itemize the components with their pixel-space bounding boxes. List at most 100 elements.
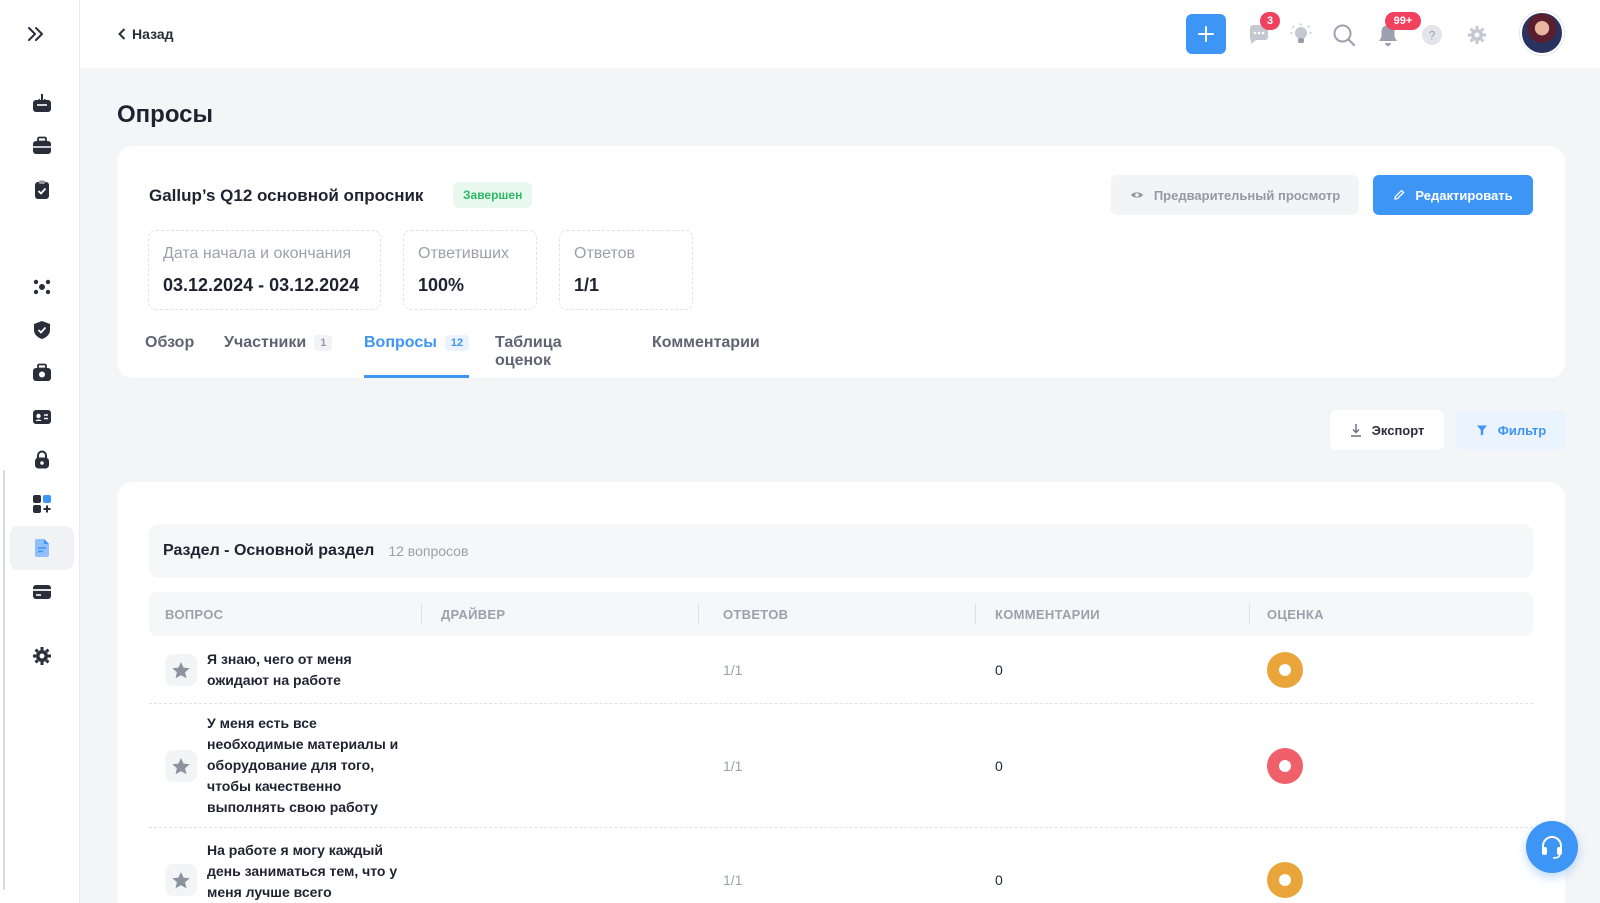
sidebar-scrollbar[interactable]: [3, 470, 5, 890]
sidebar-item-projects[interactable]: [10, 124, 74, 168]
column-divider: [698, 604, 699, 624]
survey-card: Gallup’s Q12 основной опросник Завершен …: [117, 146, 1565, 378]
sidebar-item-inbox[interactable]: [10, 81, 74, 125]
stat-label: Ответивших: [418, 245, 509, 262]
answers-cell: 1/1: [723, 872, 743, 888]
edit-button[interactable]: Редактировать: [1373, 175, 1533, 215]
lock-icon: [35, 450, 49, 469]
help-button[interactable]: ?: [1419, 22, 1445, 48]
filter-icon: [1476, 425, 1487, 436]
team-icon: [33, 279, 51, 295]
topbar: Назад 3 99+ ?: [80, 0, 1600, 68]
star-button[interactable]: [165, 654, 197, 686]
stat-value: 100%: [418, 275, 465, 295]
ideas-button[interactable]: [1288, 22, 1314, 48]
tab-label: Участники: [224, 334, 307, 351]
help-icon: ?: [1422, 25, 1442, 45]
stat-answers: Ответов 1/1: [559, 230, 693, 310]
stat-respondents: Ответивших 100%: [403, 230, 537, 310]
sidebar-item-tasks[interactable]: [10, 168, 74, 212]
sidebar-item-security[interactable]: [10, 308, 74, 352]
headset-icon: [1542, 836, 1562, 859]
column-header-driver[interactable]: ДРАЙВЕР: [441, 592, 505, 636]
tab-label: Вопросы: [364, 334, 437, 351]
column-divider: [975, 604, 976, 624]
table-row[interactable]: Я знаю, чего от меня ожидают на работе 1…: [149, 636, 1533, 704]
star-icon: [172, 871, 190, 888]
score-indicator: [1267, 862, 1303, 898]
questions-card: Раздел - Основной раздел 12 вопросов ВОП…: [117, 482, 1565, 903]
support-button[interactable]: [1526, 821, 1578, 873]
avatar[interactable]: [1520, 11, 1564, 55]
notifications-badge: 99+: [1385, 12, 1421, 30]
inbox-icon: [33, 94, 51, 112]
gear-icon: [33, 647, 51, 665]
column-header-answers[interactable]: ОТВЕТОВ: [723, 592, 788, 636]
page-title: Опросы: [117, 101, 214, 128]
create-button[interactable]: [1186, 14, 1226, 54]
column-header-comments[interactable]: КОММЕНТАРИИ: [995, 592, 1100, 636]
section-header[interactable]: Раздел - Основной раздел 12 вопросов: [149, 524, 1533, 578]
tab-participants[interactable]: Участники 1: [224, 326, 333, 378]
column-divider: [421, 604, 422, 624]
settings-button[interactable]: [1464, 22, 1490, 48]
sidebar: [0, 0, 80, 903]
filter-button[interactable]: Фильтр: [1456, 410, 1566, 450]
answers-cell: 1/1: [723, 758, 743, 774]
sidebar-item-access[interactable]: [10, 438, 74, 482]
pencil-icon: [1394, 189, 1405, 200]
preview-button[interactable]: Предварительный просмотр: [1111, 175, 1359, 215]
table-row[interactable]: На работе я могу каждый день заниматься …: [149, 828, 1533, 903]
svg-text:?: ?: [1429, 29, 1436, 43]
sidebar-item-team[interactable]: [10, 265, 74, 309]
eye-icon: [1130, 192, 1143, 198]
tab-overview[interactable]: Обзор: [145, 326, 194, 378]
comments-cell: 0: [995, 758, 1003, 774]
sidebar-item-surveys[interactable]: [10, 526, 74, 570]
chevron-left-icon: [118, 28, 126, 40]
sidebar-item-employees[interactable]: [10, 395, 74, 439]
star-button[interactable]: [165, 864, 197, 896]
tab-scores-table[interactable]: Таблица оценок: [495, 326, 562, 378]
comments-cell: 0: [995, 662, 1003, 678]
stat-value: 03.12.2024 - 03.12.2024: [163, 275, 360, 295]
score-indicator: [1267, 748, 1303, 784]
column-header-score[interactable]: ОЦЕНКА: [1267, 592, 1324, 636]
table-row[interactable]: У меня есть все необходимые материалы и …: [149, 704, 1533, 828]
answers-cell: 1/1: [723, 662, 743, 678]
question-text: Я знаю, чего от меня ожидают на работе: [207, 651, 352, 688]
shield-icon: [34, 321, 50, 339]
search-icon: [1333, 24, 1356, 47]
briefcase-check-icon: [33, 363, 51, 381]
download-icon: [1350, 424, 1361, 437]
sidebar-item-apps[interactable]: [10, 482, 74, 526]
preview-label: Предварительный просмотр: [1153, 187, 1341, 203]
stat-label: Ответов: [574, 245, 636, 262]
lightbulb-icon: [1290, 23, 1312, 43]
tab-count: 1: [314, 335, 333, 351]
sidebar-item-settings[interactable]: [10, 634, 74, 678]
comments-cell: 0: [995, 872, 1003, 888]
tab-label: Комментарии: [652, 334, 760, 351]
tab-label: Обзор: [145, 334, 195, 351]
tab-label: Таблица оценок: [495, 334, 562, 369]
clipboard-icon: [35, 180, 49, 199]
sidebar-item-hiring[interactable]: [10, 351, 74, 395]
star-icon: [172, 661, 190, 678]
tab-questions[interactable]: Вопросы 12: [364, 326, 470, 378]
tab-comments[interactable]: Комментарии: [652, 326, 760, 378]
tab-count: 12: [444, 335, 470, 351]
plus-icon: [1198, 26, 1214, 42]
id-card-icon: [33, 410, 51, 424]
stat-label: Дата начала и окончания: [163, 245, 352, 262]
question-text: У меня есть все необходимые материалы и …: [207, 715, 399, 815]
card-icon: [33, 585, 51, 599]
search-button[interactable]: [1331, 22, 1357, 48]
sidebar-item-payments[interactable]: [10, 570, 74, 614]
column-header-question[interactable]: ВОПРОС: [165, 592, 223, 636]
back-link[interactable]: Назад: [118, 24, 174, 44]
expand-sidebar-icon[interactable]: [24, 22, 48, 46]
export-button[interactable]: Экспорт: [1330, 410, 1444, 450]
score-indicator: [1267, 652, 1303, 688]
star-button[interactable]: [165, 750, 197, 782]
